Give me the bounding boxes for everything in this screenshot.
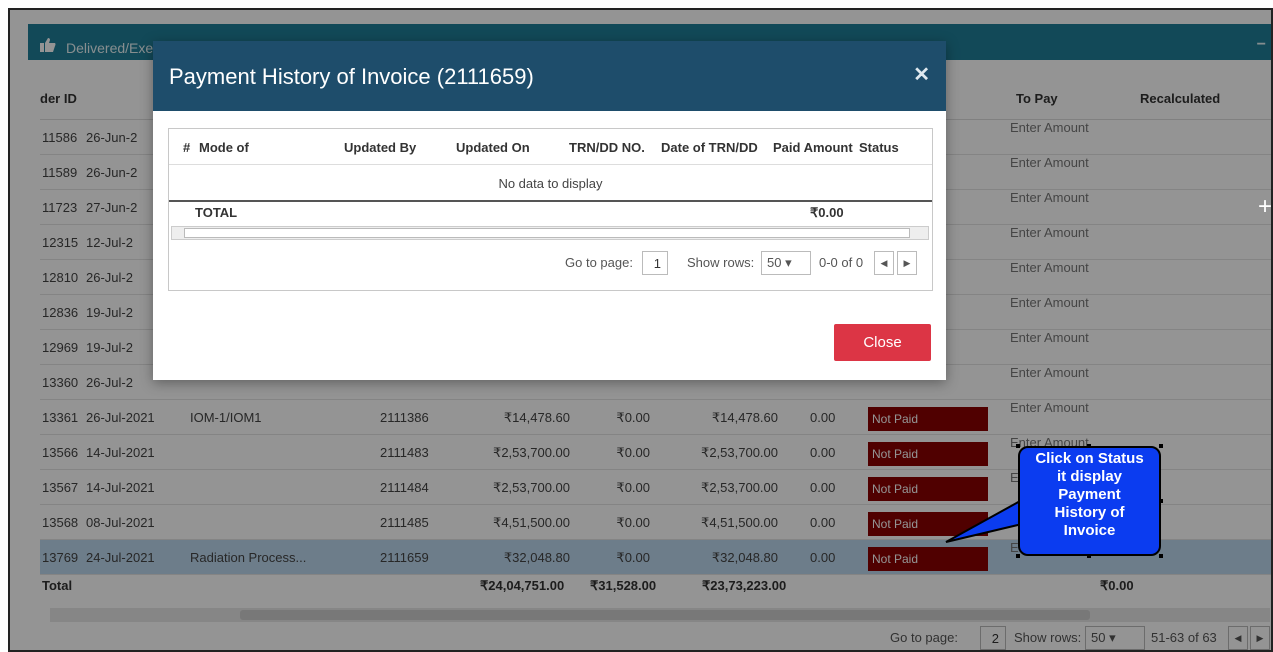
grid-header: # Mode of Updated By Updated On TRN/DD N…: [169, 129, 932, 165]
selection-handle: [1087, 554, 1091, 558]
modal-title: Payment History of Invoice (2111659): [169, 64, 534, 89]
selection-handle: [1016, 554, 1020, 558]
modal-header: Payment History of Invoice (2111659) ✕: [153, 41, 946, 111]
close-icon[interactable]: ✕: [913, 62, 930, 87]
col-status[interactable]: Status: [859, 140, 899, 155]
close-button[interactable]: Close: [834, 324, 931, 361]
grid-rows-select[interactable]: 50 ▾: [761, 251, 811, 275]
grid-total-amount: ₹0.00: [810, 205, 844, 220]
grid-go-to-page-label: Go to page:: [565, 255, 633, 270]
grid-scrollbar[interactable]: [171, 226, 929, 240]
grid-show-rows-label: Show rows:: [687, 255, 755, 270]
callout-line: History of: [1054, 504, 1125, 521]
grid-total-row: TOTAL ₹0.00: [169, 200, 932, 224]
col-number[interactable]: #: [183, 140, 190, 155]
grid-rows-select-value: 50: [767, 255, 782, 270]
grid-page-input[interactable]: 1: [642, 251, 668, 275]
grid-pager: Go to page: 1 Show rows: 50 ▾ 0-0 of 0 ◀…: [169, 251, 932, 285]
payment-history-modal: Payment History of Invoice (2111659) ✕ #…: [153, 41, 946, 380]
col-paid-amount[interactable]: Paid Amount: [773, 140, 853, 155]
grid-total-label: TOTAL: [195, 205, 238, 220]
chevron-down-icon: ▾: [785, 255, 792, 270]
grid-next-page-button[interactable]: ▶: [897, 251, 917, 275]
col-date-of-trn[interactable]: Date of TRN/DD: [661, 140, 758, 155]
payment-history-grid: # Mode of Updated By Updated On TRN/DD N…: [168, 128, 933, 291]
crosshair-cursor-icon: +: [1258, 193, 1273, 220]
callout-line: Invoice: [1063, 522, 1116, 539]
col-trn-dd-no[interactable]: TRN/DD NO.: [569, 140, 645, 155]
selection-handle: [1159, 499, 1163, 503]
col-updated-on[interactable]: Updated On: [456, 140, 530, 155]
grid-scrollbar-thumb[interactable]: [184, 228, 910, 238]
selection-handle: [1159, 444, 1163, 448]
grid-page-range: 0-0 of 0: [819, 255, 864, 270]
status-callout: Click on Status it display Payment Histo…: [1018, 446, 1161, 556]
grid-prev-page-button[interactable]: ◀: [874, 251, 894, 275]
callout-line: Click on Status: [1035, 450, 1144, 467]
selection-handle: [1159, 554, 1163, 558]
callout-line: Payment: [1058, 486, 1121, 503]
no-data-message: No data to display: [498, 176, 603, 191]
selection-handle: [1016, 444, 1020, 448]
col-mode[interactable]: Mode of: [199, 140, 249, 155]
callout-line: it display: [1056, 468, 1123, 485]
selection-handle: [1087, 444, 1091, 448]
col-updated-by[interactable]: Updated By: [344, 140, 416, 155]
